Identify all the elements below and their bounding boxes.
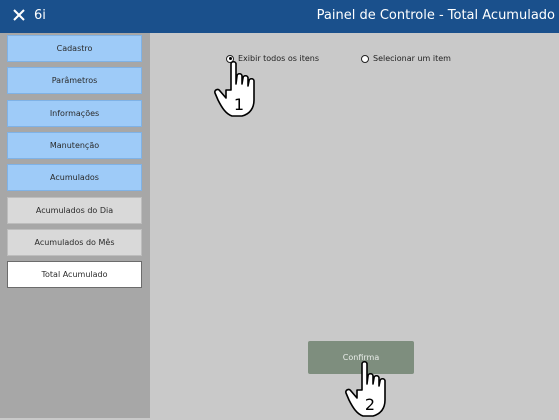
radio-select-one-label: Selecionar um item	[373, 54, 451, 63]
sidebar-item-label: Parâmetros	[51, 76, 98, 85]
app-label: 6i	[34, 8, 46, 23]
sidebar-item-manutencao[interactable]: Manutenção	[7, 132, 142, 159]
sidebar-item-acumulados[interactable]: Acumulados	[7, 164, 142, 191]
sidebar-item-label: Informações	[49, 109, 100, 118]
sidebar-item-cadastro[interactable]: Cadastro	[7, 35, 142, 62]
sidebar-item-total-acumulado[interactable]: Total Acumulado	[7, 261, 142, 288]
step-number: 1	[234, 95, 244, 114]
radio-select-one[interactable]: Selecionar um item	[361, 54, 451, 63]
sidebar-item-label: Acumulados do Mês	[34, 238, 115, 247]
hand-pointer-icon: 2	[345, 360, 386, 417]
sidebar: Cadastro Parâmetros Informações Manutenç…	[0, 33, 150, 418]
hand-pointer-icon: 1	[214, 60, 255, 117]
sidebar-item-label: Total Acumulado	[41, 270, 108, 279]
sidebar-item-label: Manutenção	[49, 141, 100, 150]
sidebar-item-informacoes[interactable]: Informações	[7, 100, 142, 127]
step-number: 2	[365, 395, 375, 414]
sidebar-item-parametros[interactable]: Parâmetros	[7, 67, 142, 94]
sidebar-item-acumulados-mes[interactable]: Acumulados do Mês	[7, 229, 142, 256]
sidebar-item-label: Cadastro	[56, 44, 93, 53]
close-icon[interactable]	[11, 7, 27, 23]
sidebar-item-label: Acumulados do Dia	[35, 206, 114, 215]
radio-unchecked-icon[interactable]	[361, 54, 369, 63]
title-bar: 6i Painel de Controle - Total Acumulado	[0, 0, 559, 33]
sidebar-item-acumulados-dia[interactable]: Acumulados do Dia	[7, 197, 142, 224]
window-title: Painel de Controle - Total Acumulado	[316, 8, 555, 23]
sidebar-item-label: Acumulados	[50, 173, 99, 182]
